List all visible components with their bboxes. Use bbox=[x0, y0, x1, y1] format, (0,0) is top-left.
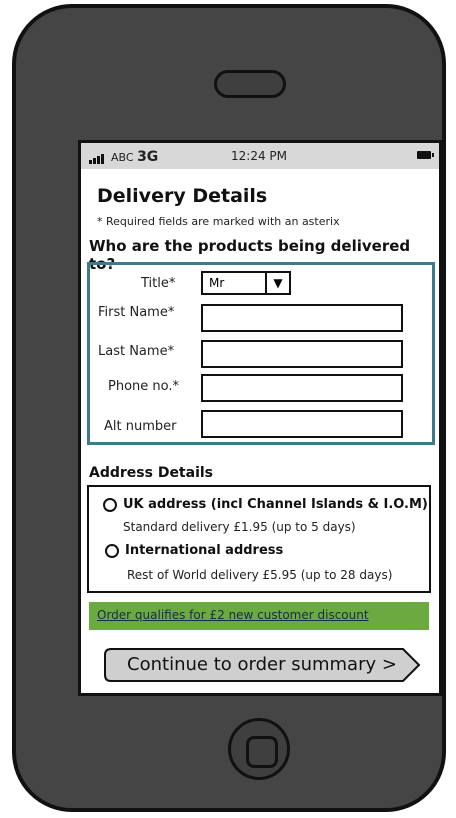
dropdown-arrow-icon[interactable]: ▼ bbox=[265, 273, 289, 293]
title-select-value: Mr bbox=[209, 276, 225, 290]
status-bar: ABC 3G 12:24 PM bbox=[81, 143, 439, 169]
carrier-label: ABC 3G bbox=[111, 149, 159, 165]
battery-icon bbox=[417, 151, 434, 159]
uk-delivery-detail: Standard delivery £1.95 (up to 5 days) bbox=[123, 520, 356, 534]
phone-field[interactable] bbox=[201, 374, 403, 402]
address-details-heading: Address Details bbox=[89, 465, 214, 481]
international-address-label[interactable]: International address bbox=[125, 543, 283, 558]
alt-number-field[interactable] bbox=[201, 410, 403, 438]
home-button[interactable] bbox=[228, 718, 290, 780]
international-address-radio[interactable] bbox=[105, 544, 119, 558]
required-fields-note: * Required fields are marked with an ast… bbox=[97, 215, 340, 228]
discount-banner: Order qualifies for £2 new customer disc… bbox=[89, 602, 429, 630]
phone-label: Phone no.* bbox=[108, 379, 179, 394]
phone-frame: ABC 3G 12:24 PM Delivery Details * Requi… bbox=[12, 4, 446, 812]
discount-link[interactable]: Order qualifies for £2 new customer disc… bbox=[97, 608, 369, 622]
network-type: 3G bbox=[137, 149, 159, 165]
title-select[interactable]: Mr ▼ bbox=[201, 271, 291, 295]
continue-button[interactable]: Continue to order summary > bbox=[103, 648, 421, 682]
phone-screen: ABC 3G 12:24 PM Delivery Details * Requi… bbox=[78, 140, 442, 696]
home-square-icon bbox=[246, 736, 278, 768]
signal-bars-icon bbox=[89, 150, 105, 164]
uk-address-label[interactable]: UK address (incl Channel Islands & I.O.M… bbox=[123, 497, 428, 512]
speaker-slot bbox=[214, 70, 286, 98]
first-name-label: First Name* bbox=[98, 305, 175, 320]
international-delivery-detail: Rest of World delivery £5.95 (up to 28 d… bbox=[127, 568, 393, 582]
status-time: 12:24 PM bbox=[231, 149, 287, 163]
title-label: Title* bbox=[141, 276, 176, 291]
last-name-field[interactable] bbox=[201, 340, 403, 368]
alt-number-label: Alt number bbox=[104, 419, 177, 434]
last-name-label: Last Name* bbox=[98, 344, 175, 359]
page-title: Delivery Details bbox=[97, 185, 268, 207]
uk-address-radio[interactable] bbox=[103, 498, 117, 512]
continue-button-label: Continue to order summary > bbox=[127, 654, 397, 675]
first-name-field[interactable] bbox=[201, 304, 403, 332]
